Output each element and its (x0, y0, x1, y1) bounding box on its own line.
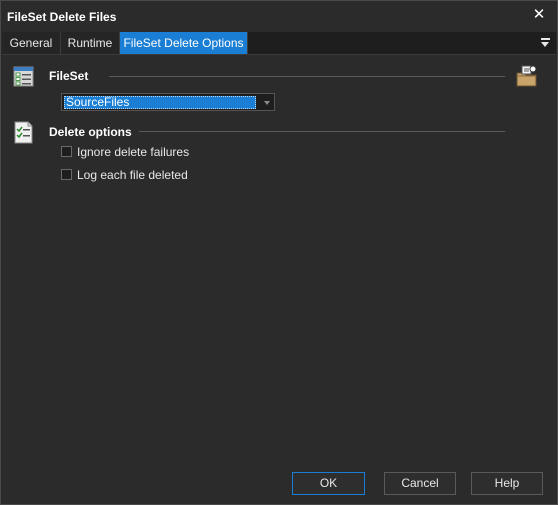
fileset-selected-value: SourceFiles (64, 96, 256, 109)
log-each-file-deleted-label[interactable]: Log each file deleted (77, 168, 188, 182)
fileset-section-title: FileSet (49, 69, 89, 83)
log-each-file-deleted-checkbox[interactable] (61, 169, 72, 180)
dropdown-menu-icon[interactable] (541, 36, 551, 48)
dialog-window: FileSet Delete Files ✕ General Runtime F… (0, 0, 558, 505)
fileset-select[interactable]: SourceFiles (61, 93, 275, 111)
ignore-delete-failures-label[interactable]: Ignore delete failures (77, 145, 189, 159)
window-title: FileSet Delete Files (7, 10, 117, 24)
document-checklist-icon (13, 121, 35, 144)
title-bar: FileSet Delete Files ✕ (1, 1, 557, 31)
delete-options-section-title: Delete options (49, 125, 132, 139)
ok-button[interactable]: OK (292, 472, 365, 495)
tab-runtime[interactable]: Runtime (61, 32, 120, 54)
tab-bar: General Runtime FileSet Delete Options (2, 32, 556, 55)
tab-general[interactable]: General (2, 32, 61, 54)
fileset-checklist-icon (13, 66, 35, 88)
close-icon[interactable]: ✕ (529, 5, 549, 25)
folder-options-icon[interactable] (514, 64, 540, 90)
chevron-down-icon[interactable] (264, 101, 270, 105)
delete-options-divider (139, 131, 505, 132)
tab-fileset-delete-options[interactable]: FileSet Delete Options (120, 32, 248, 54)
fileset-divider (109, 76, 505, 77)
ignore-delete-failures-checkbox[interactable] (61, 146, 72, 157)
help-button[interactable]: Help (471, 472, 543, 495)
cancel-button[interactable]: Cancel (384, 472, 456, 495)
